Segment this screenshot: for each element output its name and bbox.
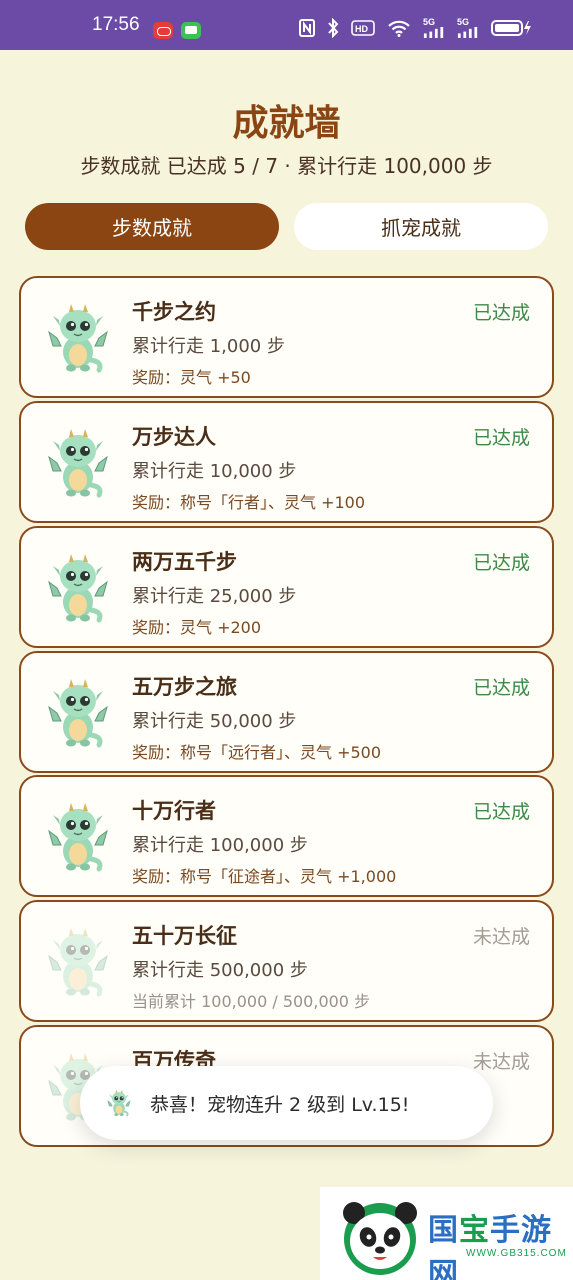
achievement-title: 十万行者 (132, 799, 216, 823)
achievement-requirement: 累计行走 1,000 步 (132, 336, 285, 357)
toast-notification: 恭喜！宠物连升 2 级到 Lv.15! (80, 1066, 493, 1140)
achievement-card[interactable]: 五十万长征 累计行走 500,000 步 当前累计 100,000 / 500,… (19, 900, 554, 1022)
achievement-title: 两万五千步 (132, 550, 237, 574)
achievement-status: 已达成 (472, 552, 530, 574)
achievement-card[interactable]: 五万步之旅 累计行走 50,000 步 奖励：称号「远行者」、灵气 +500 已… (19, 651, 554, 773)
achievement-requirement: 累计行走 50,000 步 (132, 711, 297, 732)
achievement-reward: 奖励：称号「征途者」、灵气 +1,000 (132, 867, 397, 886)
achievement-card[interactable]: 万步达人 累计行走 10,000 步 奖励：称号「行者」、灵气 +100 已达成 (19, 401, 554, 523)
signal-icon: 5G (423, 18, 445, 38)
achievement-card[interactable]: 十万行者 累计行走 100,000 步 奖励：称号「征途者」、灵气 +1,000… (19, 775, 554, 897)
achievement-reward: 奖励：灵气 +200 (132, 618, 262, 637)
achievement-status: 未达成 (472, 926, 530, 948)
achievement-title: 五十万长征 (132, 924, 237, 948)
status-icons: HD 5G 5G (299, 18, 533, 38)
wifi-icon (387, 18, 411, 38)
watermark-brand: 国宝手游网 (428, 1213, 552, 1280)
achievement-reward: 奖励：灵气 +50 (132, 368, 251, 387)
achievement-requirement: 累计行走 25,000 步 (132, 586, 297, 607)
dragon-pet-icon (47, 427, 109, 499)
achievement-reward: 奖励：称号「远行者」、灵气 +500 (132, 743, 382, 762)
achievement-card[interactable]: 千步之约 累计行走 1,000 步 奖励：灵气 +50 已达成 (19, 276, 554, 398)
dragon-pet-icon (106, 1089, 132, 1117)
nfc-icon (299, 18, 315, 38)
achievement-title: 万步达人 (132, 425, 216, 449)
achievement-summary: 步数成就 已达成 5 / 7 · 累计行走 100,000 步 (80, 154, 493, 178)
tab-step-achievements[interactable]: 步数成就 (25, 203, 279, 250)
achievement-status: 已达成 (472, 677, 530, 699)
achievement-requirement: 累计行走 500,000 步 (132, 960, 308, 981)
achievement-status: 未达成 (472, 1051, 530, 1073)
achievement-status: 已达成 (472, 427, 530, 449)
battery-icon (491, 18, 533, 38)
toast-message: 恭喜！宠物连升 2 级到 Lv.15! (150, 1093, 410, 1116)
achievement-progress: 当前累计 100,000 / 500,000 步 (132, 992, 371, 1011)
page-title: 成就墙 (232, 103, 341, 144)
achievement-card[interactable]: 两万五千步 累计行走 25,000 步 奖励：灵气 +200 已达成 (19, 526, 554, 648)
panda-logo-icon (343, 1202, 417, 1275)
dragon-pet-icon (47, 926, 109, 998)
site-watermark: 国宝手游网 WWW.GB315.COM (320, 1187, 573, 1280)
achievement-requirement: 累计行走 100,000 步 (132, 835, 308, 856)
status-bar: 17:56 HD 5G 5G (0, 0, 573, 50)
status-time: 17:56 (92, 14, 140, 35)
dragon-pet-icon (47, 552, 109, 624)
dragon-pet-icon (47, 677, 109, 749)
achievement-requirement: 累计行走 10,000 步 (132, 461, 297, 482)
svg-text:HD: HD (355, 24, 368, 34)
message-notification-icon (181, 22, 201, 39)
hd-icon: HD (351, 18, 375, 38)
achievement-reward: 奖励：称号「行者」、灵气 +100 (132, 493, 366, 512)
dragon-pet-icon (47, 801, 109, 873)
achievement-title: 五万步之旅 (132, 675, 237, 699)
signal-icon: 5G (457, 18, 479, 38)
bluetooth-icon (327, 18, 339, 38)
achievement-title: 千步之约 (132, 300, 216, 324)
tab-pet-achievements[interactable]: 抓宠成就 (294, 203, 548, 250)
achievement-status: 已达成 (472, 302, 530, 324)
app-notification-icon (153, 22, 173, 39)
dragon-pet-icon (47, 302, 109, 374)
watermark-url: WWW.GB315.COM (466, 1248, 567, 1259)
achievement-status: 已达成 (472, 801, 530, 823)
